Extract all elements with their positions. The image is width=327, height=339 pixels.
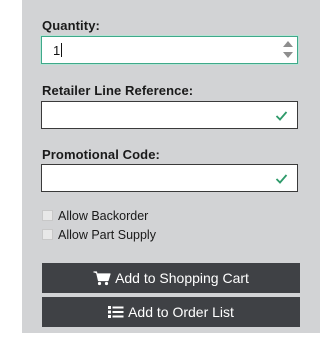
valid-check-icon: [275, 174, 288, 184]
text-caret: [61, 43, 63, 57]
list-icon: [108, 306, 124, 318]
add-to-shopping-cart-button[interactable]: Add to Shopping Cart: [42, 263, 300, 293]
quantity-input[interactable]: 1: [41, 36, 298, 64]
allow-part-supply-checkbox[interactable]: [42, 229, 53, 240]
allow-backorder-checkbox[interactable]: [42, 210, 53, 221]
increment-arrow-icon[interactable]: [283, 41, 293, 47]
retailer-line-reference-label: Retailer Line Reference:: [42, 83, 194, 98]
add-to-order-list-button[interactable]: Add to Order List: [42, 297, 300, 327]
decrement-arrow-icon[interactable]: [283, 52, 293, 58]
quantity-stepper[interactable]: [283, 40, 293, 60]
promotional-code-label: Promotional Code:: [42, 147, 160, 162]
promotional-code-input[interactable]: [41, 164, 298, 192]
shopping-cart-icon: [93, 270, 111, 285]
allow-part-supply-label: Allow Part Supply: [58, 228, 156, 242]
add-to-shopping-cart-label: Add to Shopping Cart: [115, 270, 249, 286]
allow-backorder-label: Allow Backorder: [58, 209, 149, 223]
retailer-line-reference-input[interactable]: [41, 101, 298, 129]
add-to-order-list-label: Add to Order List: [128, 304, 234, 320]
add-to-cart-panel: Quantity: 1 Retailer Line Reference: Pro…: [22, 0, 320, 333]
quantity-label: Quantity:: [42, 18, 100, 33]
quantity-value: 1: [53, 43, 63, 58]
valid-check-icon: [275, 111, 288, 121]
